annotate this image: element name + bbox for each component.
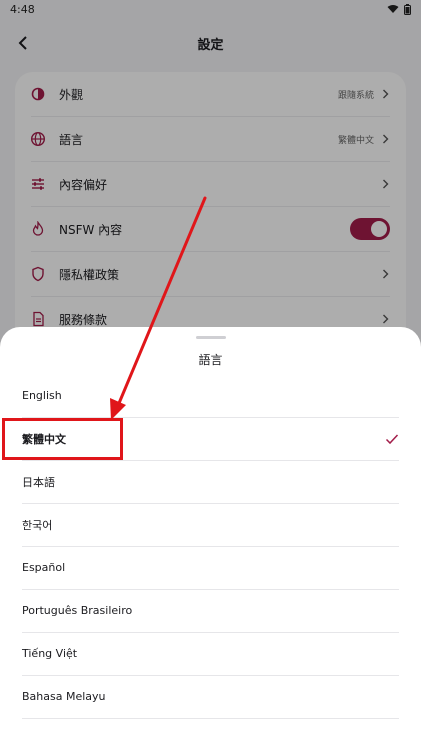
language-option-korean[interactable]: 한국어: [0, 503, 421, 546]
language-option-spanish[interactable]: Español: [0, 546, 421, 589]
drag-handle[interactable]: [196, 336, 226, 339]
settings-screen: 4:48 設定 外觀 跟隨系統 語言 繁體中文 內容偏好 NSFW 內容 隱私權…: [0, 0, 421, 749]
language-option-japanese[interactable]: 日本語: [0, 460, 421, 503]
sheet-title: 語言: [198, 353, 223, 367]
language-label: Español: [22, 561, 66, 574]
language-label: English: [22, 389, 62, 402]
language-bottom-sheet: 語言 English 繁體中文 日本語 한국어 Español Portuguê…: [0, 327, 421, 749]
language-label: 日本語: [22, 475, 55, 489]
language-option-portuguese[interactable]: Português Brasileiro: [0, 589, 421, 632]
language-label: Tiếng Việt: [22, 647, 78, 660]
language-option-vietnamese[interactable]: Tiếng Việt: [0, 632, 421, 675]
check-icon: [385, 433, 399, 444]
annotation-highlight-box: [2, 418, 123, 460]
language-option-malay[interactable]: Bahasa Melayu: [0, 675, 421, 718]
language-label: Bahasa Melayu: [22, 690, 106, 703]
language-option-english[interactable]: English: [0, 374, 421, 417]
lang-divider: [22, 718, 399, 719]
language-label: Português Brasileiro: [22, 604, 133, 617]
language-label: 한국어: [22, 518, 53, 532]
